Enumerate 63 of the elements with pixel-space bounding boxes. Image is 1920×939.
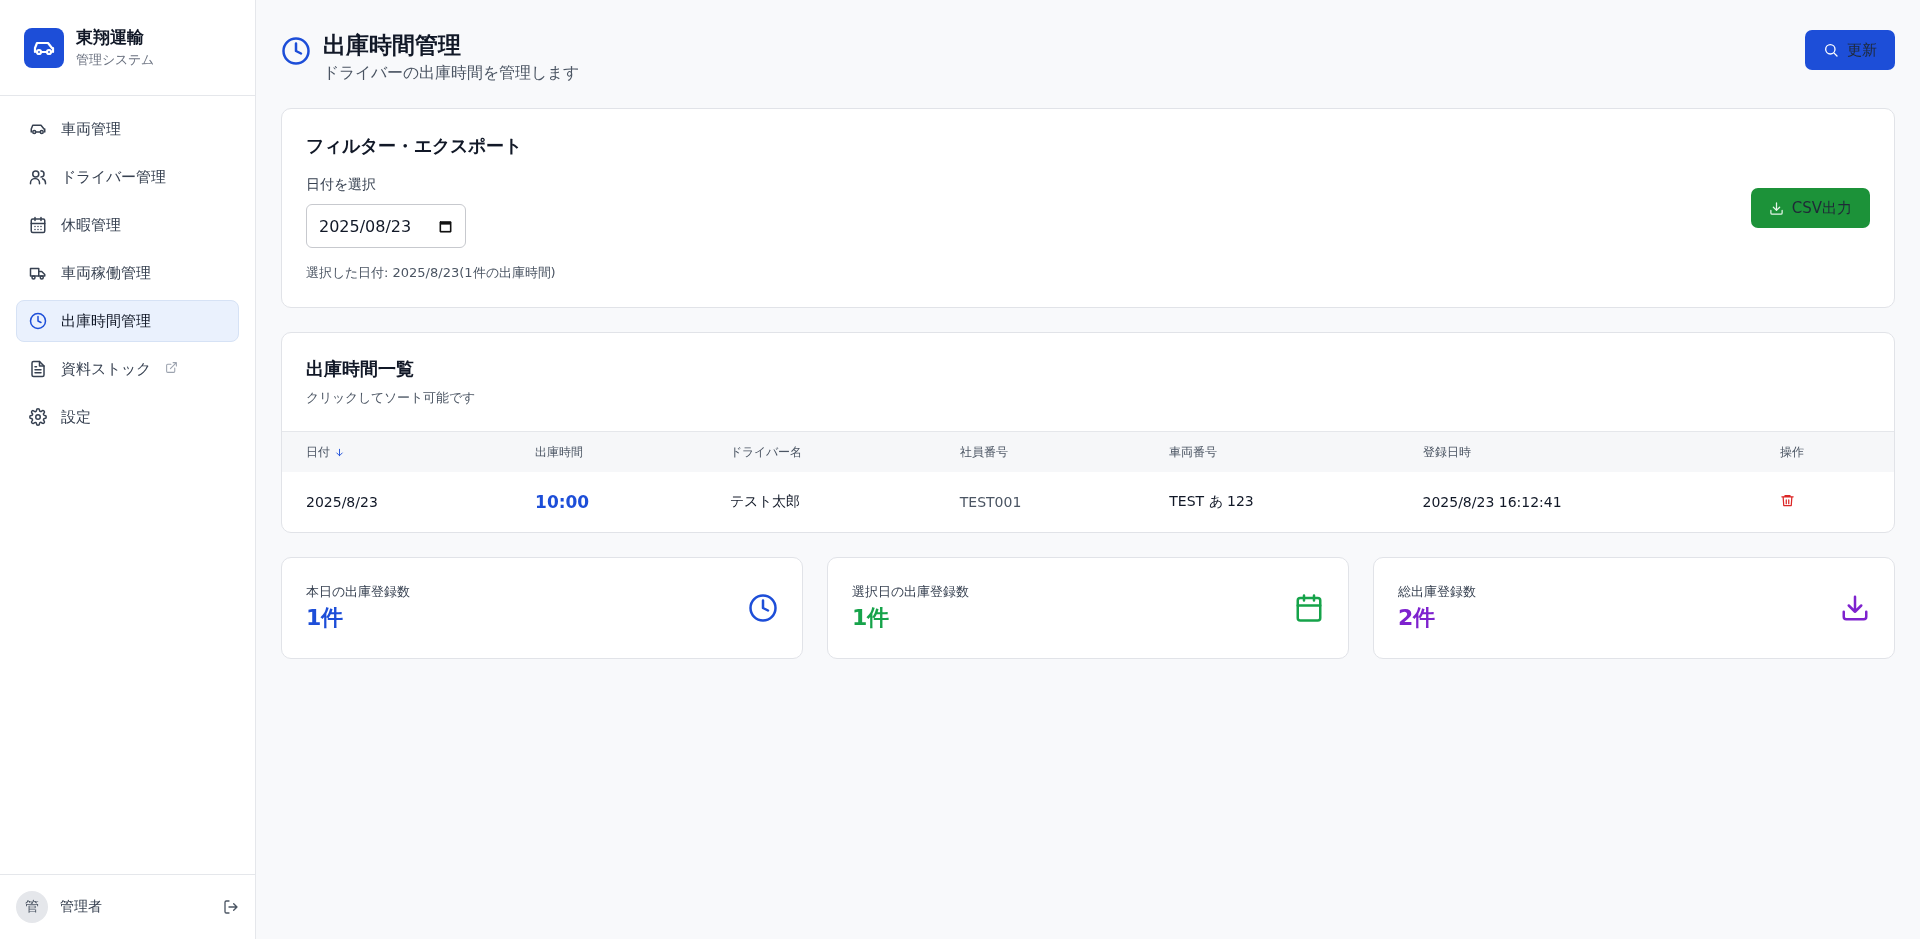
table-cell: 10:00	[511, 472, 707, 532]
page-title: 出庫時間管理	[323, 31, 462, 60]
brand-subtitle: 管理システム	[76, 51, 154, 69]
sidebar-item[interactable]: ドライバー管理	[16, 156, 239, 198]
document-icon	[29, 360, 47, 378]
sidebar-item-label: ドライバー管理	[61, 167, 166, 187]
column-header[interactable]: 日付	[282, 431, 512, 472]
download-icon	[1840, 593, 1870, 623]
page-subtitle: ドライバーの出庫時間を管理します	[323, 63, 579, 84]
sidebar-item-label: 出庫時間管理	[61, 311, 151, 331]
column-header[interactable]: 操作	[1756, 431, 1894, 472]
field-label: 日付を選択	[306, 176, 377, 194]
sidebar-item[interactable]: 出庫時間管理	[16, 300, 239, 342]
user-name: 管理者	[60, 898, 103, 916]
logout-button[interactable]	[223, 899, 239, 915]
card-title: 出庫時間一覧	[306, 357, 415, 381]
table-cell: TEST001	[935, 472, 1146, 532]
column-header[interactable]: 社員番号	[935, 431, 1146, 472]
column-header[interactable]: 登録日時	[1398, 431, 1757, 472]
stat-label: 選択日の出庫登録数	[852, 583, 970, 601]
calendar-icon	[29, 216, 47, 234]
stat-label: 本日の出庫登録数	[306, 583, 411, 601]
card-title: フィルター・エクスポート	[306, 134, 523, 158]
external-link-icon	[165, 361, 178, 374]
selection-summary: 選択した日付: 2025/8/23(1件の出庫時間)	[306, 264, 557, 282]
table-cell: TEST あ 123	[1145, 472, 1399, 532]
clock-icon	[281, 36, 311, 66]
clock-icon	[29, 312, 47, 330]
brand-name: 東翔運輸	[76, 26, 145, 49]
calendar-icon	[1294, 593, 1324, 623]
sidebar-item[interactable]: 資料ストック	[16, 348, 239, 390]
stat-value: 2件	[1398, 604, 1437, 632]
sidebar-item[interactable]: 車両稼働管理	[16, 252, 239, 294]
sidebar-item-label: 車両稼働管理	[61, 263, 151, 283]
stat-value: 1件	[852, 604, 891, 632]
settings-icon	[29, 408, 47, 426]
stat-value: 1件	[306, 604, 345, 632]
users-icon	[29, 168, 47, 186]
search-icon	[1823, 42, 1839, 58]
table-cell: テスト太郎	[706, 472, 936, 532]
sidebar-item-label: 資料ストック	[61, 359, 151, 379]
card-subtitle: クリックしてソート可能です	[306, 389, 476, 407]
delete-icon	[1780, 493, 1796, 508]
sidebar-item-label: 休暇管理	[61, 215, 121, 235]
sidebar-item[interactable]: 設定	[16, 396, 239, 438]
sidebar-item[interactable]: 休暇管理	[16, 204, 239, 246]
calendar-icon	[438, 218, 453, 234]
column-header[interactable]: ドライバー名	[706, 431, 936, 472]
date-field[interactable]: 2025/08/23	[306, 204, 466, 248]
user-avatar: 管	[16, 891, 48, 923]
csv-export-button[interactable]: CSV出力	[1750, 188, 1870, 228]
table-cell: 2025/8/23	[282, 472, 512, 532]
stat-label: 総出庫登録数	[1398, 583, 1477, 601]
column-header[interactable]: 出庫時間	[511, 431, 707, 472]
column-header[interactable]: 車両番号	[1145, 431, 1399, 472]
clock-icon	[748, 593, 778, 623]
sidebar-item-label: 車両管理	[61, 119, 121, 139]
sort-arrow-icon	[334, 446, 345, 458]
sidebar-item[interactable]: 車両管理	[16, 108, 239, 150]
download-icon	[1768, 200, 1784, 216]
sidebar-item-label: 設定	[61, 407, 91, 427]
table-cell: 2025/8/23 16:12:41	[1398, 472, 1757, 532]
logout-icon	[223, 899, 239, 915]
